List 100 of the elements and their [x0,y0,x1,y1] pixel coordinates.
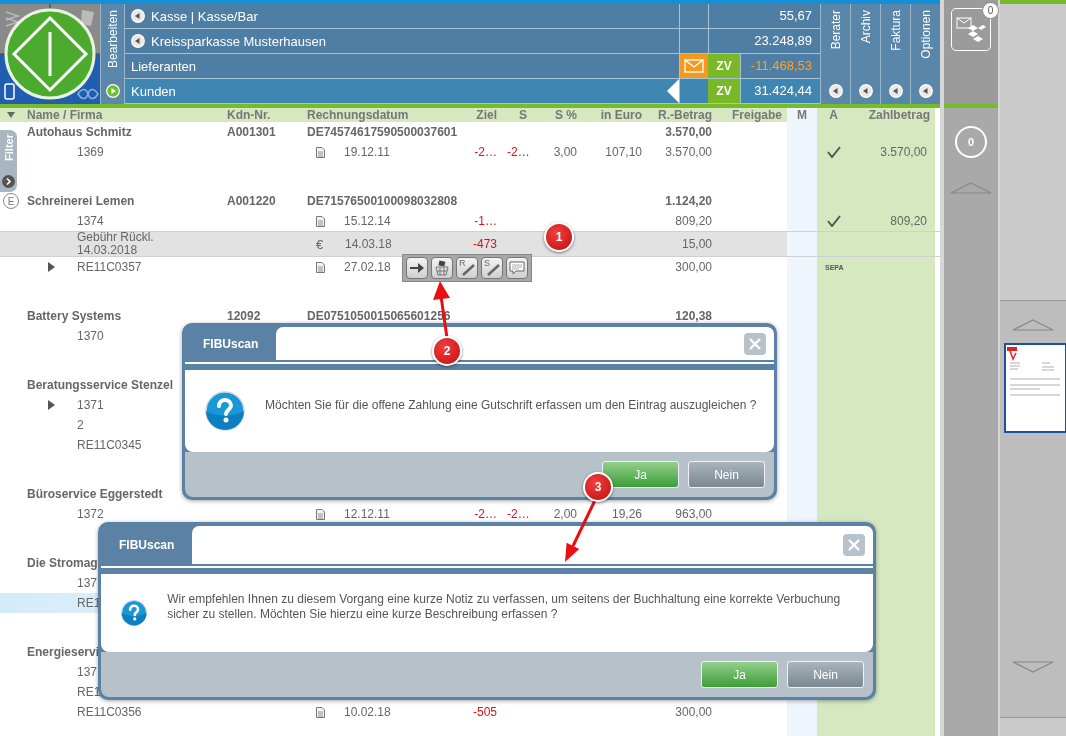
back-icon[interactable] [131,9,145,23]
side-tab[interactable]: Faktura [880,4,910,104]
dialog-message: Wir empfehlen Ihnen zu diesem Vorgang eine kurze Notiz zu verfassen, um seitens der Buchhaltung eine korrekte Verbuchung sicher zu stellen. Möchten Sie hierzu eine kurze Beschreibung erfassen ? [167,592,842,622]
account-row[interactable]: Lieferanten ZV -11.468,53 [125,54,820,79]
column-header[interactable]: Rechnungsdatum [302,108,462,122]
table-cell: 1371 [77,398,104,412]
table-cell: 1374 [77,214,104,228]
table-cell-text: DE71576500100098032808 [306,194,459,208]
customer-name: Schreinerei Lemen [26,194,136,208]
edit-button[interactable]: S [481,257,503,279]
table-cell-text: -2… [506,145,531,159]
table-cell-text: A001301 [226,125,277,139]
zv-badge: ZV [708,79,740,103]
column-header[interactable]: Freigabe [717,108,787,122]
table-cell-text: 15,00 [680,237,713,251]
table-cell: RE11C0345 [77,438,142,452]
arrow-icon [409,262,425,274]
expand-caret-icon[interactable] [48,400,55,410]
table-cell: 19.12.11 [344,145,390,159]
column-header[interactable]: A [817,108,850,122]
column-header[interactable]: S % [532,108,582,122]
account-name[interactable]: Kunden [131,83,176,99]
chevron-icon [2,175,15,188]
table-cell-text: 3.570,00 [664,125,713,139]
table-cell: 27.02.18 [344,260,391,274]
side-tab[interactable]: Archiv [850,4,880,104]
play-icon[interactable] [105,84,120,98]
customer-name: Büroservice Eggerstedt [26,487,164,501]
document-icon [316,146,325,158]
column-header[interactable]: Zahlbetrag [850,108,935,122]
side-tab[interactable]: Berater [820,4,850,104]
confirm-button[interactable]: Ja [701,661,778,688]
customer-name: Energieservi [26,645,101,659]
table-cell: 1372 [77,507,104,521]
edit-tab[interactable]: Bearbeiten [100,4,125,104]
customer-name: Die Stromag [26,556,99,570]
account-name[interactable]: Kasse | Kasse/Bar [151,8,258,24]
table-cell: 14.03.18 [345,237,392,251]
speech-bubble-icon [509,261,525,275]
document-icon [316,508,325,520]
table-cell: RE11C0356 [77,705,142,719]
table-cell: 10.02.18 [344,705,391,719]
table-cell-text: 107,10 [604,145,643,159]
column-header[interactable]: M [787,108,817,122]
account-row[interactable]: Kunden ZV 31.424,44 [125,79,820,104]
document-thumbnail[interactable] [1004,343,1066,433]
column-header[interactable]: Ziel [462,108,502,122]
cancel-button[interactable]: Nein [688,461,765,488]
back-icon[interactable] [888,84,903,98]
column-header[interactable]: in Euro [582,108,647,122]
mail-dropbox-icon [956,15,986,44]
table-cell-text: 12092 [226,309,262,323]
back-icon[interactable] [828,84,843,98]
account-name[interactable]: Lieferanten [131,58,197,74]
table-cell-text: DE74574617590500037601 [306,125,459,139]
table-cell: 1369 [77,145,104,159]
customer-name: Battery Systems [26,309,123,323]
account-row[interactable]: Kasse | Kasse/Bar 55,67 [125,4,820,29]
side-tab[interactable]: Optionen [910,4,940,104]
table-cell-text: -1… [473,214,498,228]
table-cell-text: -2… [473,507,498,521]
back-icon[interactable] [918,84,933,98]
back-icon[interactable] [131,34,145,48]
filter-tab[interactable]: Filter [0,130,17,192]
table-cell: 137 [77,665,98,679]
zv-badge: ZV [708,54,740,78]
basket-button[interactable] [431,257,453,279]
forward-button[interactable] [406,257,428,279]
comment-button[interactable] [506,257,528,279]
confirm-button[interactable]: Ja [602,461,679,488]
table-cell: 2 [77,418,84,432]
count-badge: 0 [955,126,987,158]
table-cell-text: 2,00 [552,507,578,521]
close-icon [748,336,762,351]
document-icon [316,706,325,718]
column-header[interactable]: Kdn-Nr. [222,108,302,122]
table-cell: RE11C0357 [77,260,142,274]
expand-caret-icon[interactable] [48,262,55,272]
envelope-icon [684,59,704,73]
back-icon[interactable] [858,84,873,98]
app-logo[interactable] [0,4,100,104]
customer-name: Beratungsservice Stenzel [26,378,175,392]
document-icon [316,215,325,227]
table-cell-text: A001220 [226,194,277,208]
column-header[interactable]: S [502,108,532,122]
dialog-title: FIBUscan [202,335,260,353]
column-header[interactable]: Name / Firma [22,108,222,122]
table-cell-text: 3.570,00 [879,145,928,159]
cancel-button[interactable]: Nein [787,661,864,688]
dialog-message: Möchten Sie für die offene Zahlung eine Gutschrift erfassen um den Eintrag auszugleichen ? [265,397,757,413]
edit-button[interactable]: R [456,257,478,279]
account-name[interactable]: Kreissparkasse Musterhausen [151,33,326,49]
table-cell-text: 963,00 [674,507,713,521]
table-cell-text: 809,20 [889,214,928,228]
column-header[interactable]: R.-Betrag [647,108,717,122]
count-badge: 0 [982,2,999,19]
account-row[interactable]: Kreissparkasse Musterhausen 23.248,89 [125,29,820,54]
table-cell-text: 300,00 [674,705,713,719]
table-cell-text: 809,20 [674,214,713,228]
table-cell-text: -2… [473,145,498,159]
